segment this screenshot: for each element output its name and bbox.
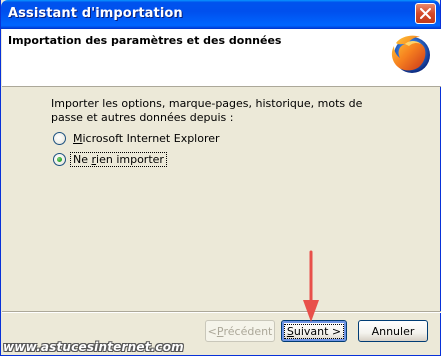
footer-separator [2, 311, 441, 313]
next-button-label: Suivant > [283, 323, 345, 339]
option-internet-explorer[interactable]: Microsoft Internet Explorer [53, 130, 222, 146]
watermark: www.astucesinternet.com [3, 340, 184, 354]
option-label-internet-explorer: Microsoft Internet Explorer [73, 131, 220, 145]
close-button[interactable] [415, 3, 436, 24]
radio-internet-explorer[interactable] [53, 131, 66, 145]
radio-do-not-import[interactable] [53, 152, 66, 166]
cancel-button[interactable]: Annuler [358, 320, 428, 342]
option-label-do-not-import: Ne rien importer [70, 151, 167, 167]
cancel-button-label: Annuler [371, 324, 415, 338]
page-title: Importation des paramètres et des donnée… [8, 34, 282, 47]
annotation-arrow-icon [303, 250, 319, 322]
back-button[interactable]: < Précédent [205, 320, 275, 342]
import-wizard-window: Assistant d'importation Importation des … [0, 0, 441, 356]
close-icon [420, 8, 431, 19]
wizard-header: Importation des paramètres et des donnée… [2, 29, 441, 87]
intro-text: Importer les options, marque-pages, hist… [51, 97, 363, 124]
window-title: Assistant d'importation [8, 6, 183, 21]
option-do-not-import[interactable]: Ne rien importer [53, 151, 167, 167]
title-bar[interactable]: Assistant d'importation [1, 0, 440, 29]
firefox-logo-icon [391, 35, 430, 73]
